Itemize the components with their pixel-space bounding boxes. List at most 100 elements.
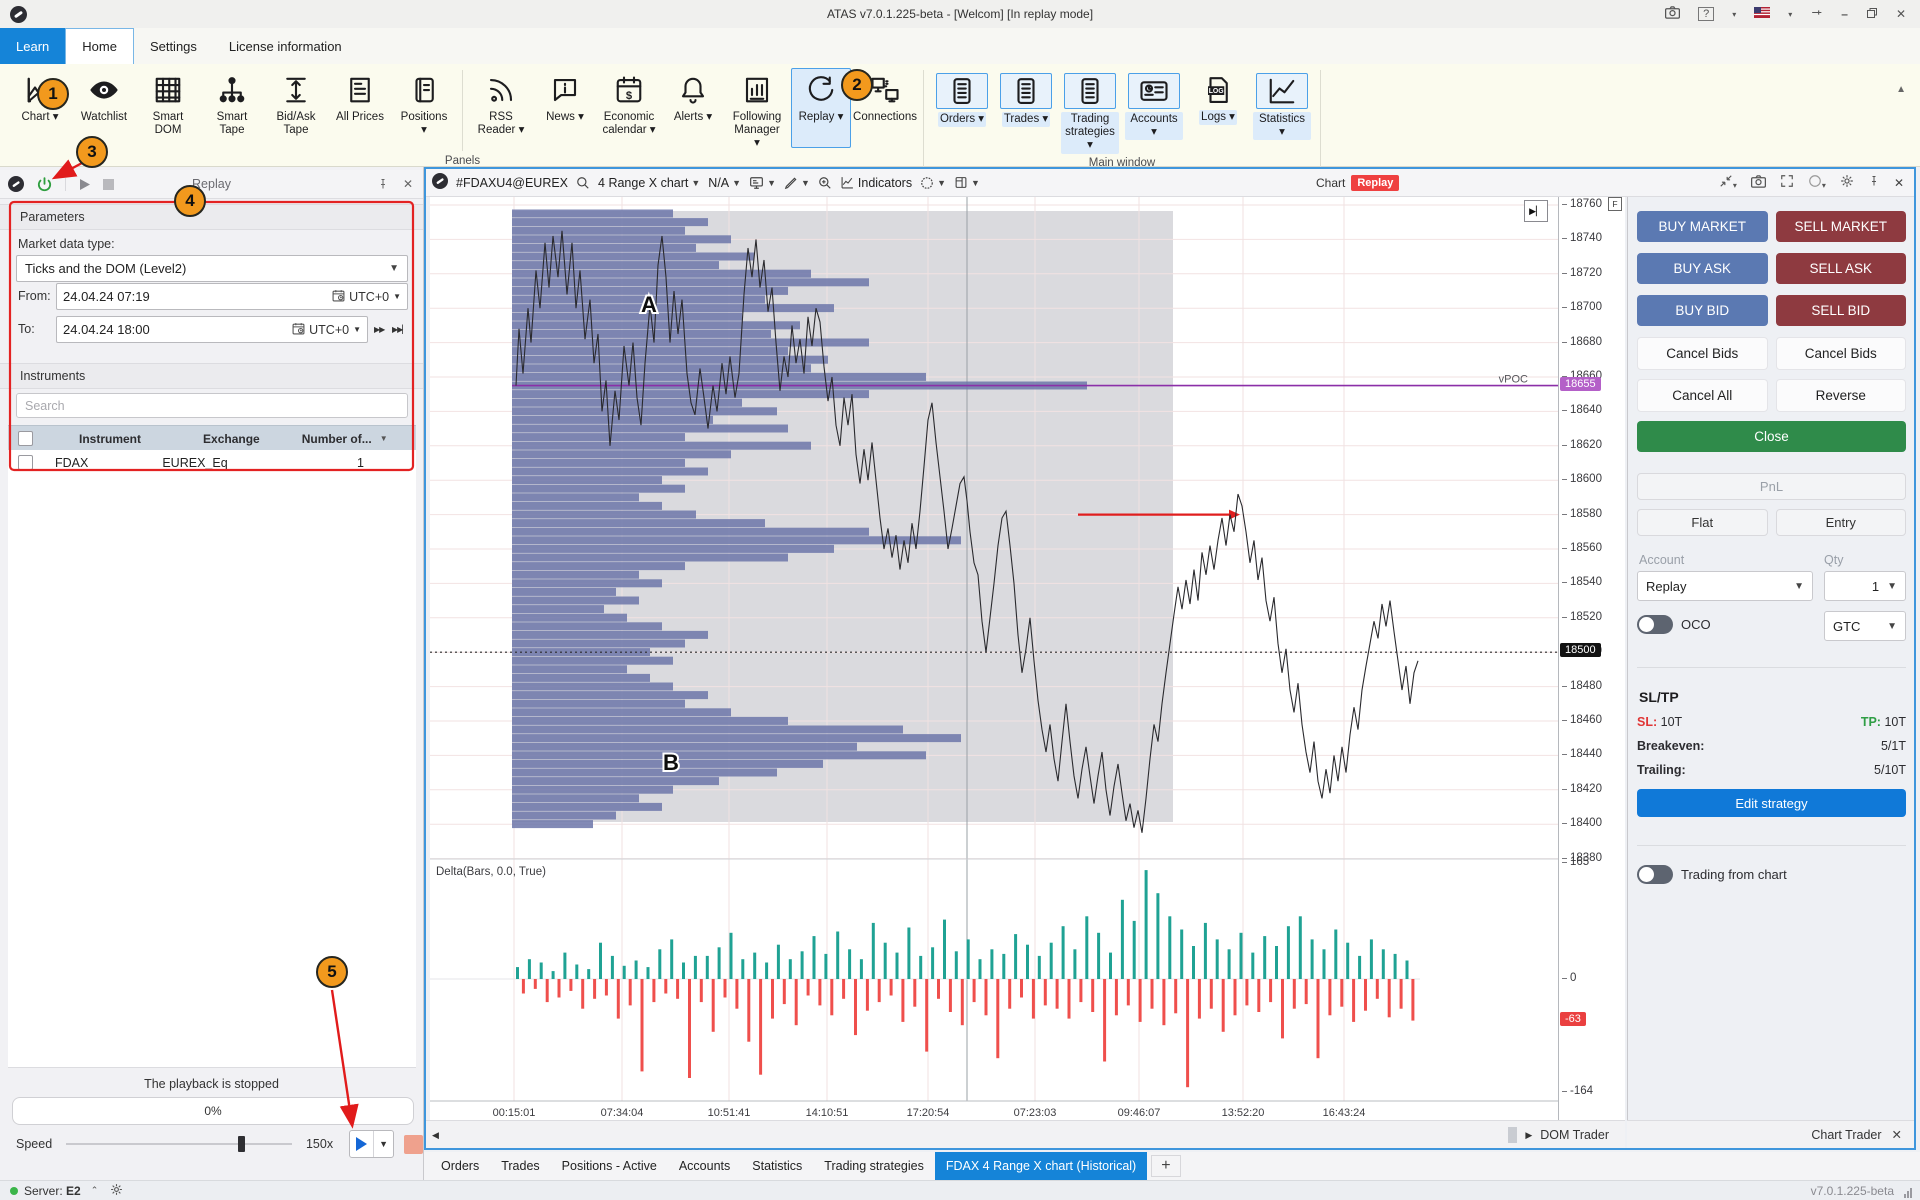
play-options-caret-icon[interactable]: ▼ — [373, 1131, 393, 1157]
sell-ask-button[interactable]: SELL ASK — [1776, 253, 1907, 284]
clock-icon[interactable]: ▼ — [920, 176, 946, 190]
close-icon[interactable]: ✕ — [403, 177, 413, 191]
fullscreen-icon[interactable] — [1780, 174, 1794, 191]
buy-ask-button[interactable]: BUY ASK — [1637, 253, 1768, 284]
close-window-icon[interactable]: ✕ — [1896, 7, 1906, 21]
col-instrument[interactable]: Instrument — [79, 432, 141, 446]
minimize-icon[interactable]: – — [1841, 7, 1848, 21]
reverse-button[interactable]: Reverse — [1776, 379, 1907, 412]
language-caret-icon[interactable]: ▾ — [1788, 10, 1792, 19]
ribbon-button-news[interactable]: News ▾ — [535, 68, 595, 148]
account-select[interactable]: Replay▼ — [1637, 571, 1813, 601]
col-exchange[interactable]: Exchange — [203, 432, 260, 446]
row-checkbox[interactable] — [18, 455, 33, 470]
qty-select[interactable]: 1▼ — [1824, 571, 1906, 601]
zoom-in-icon[interactable] — [818, 176, 832, 190]
ribbon-tab-home[interactable]: Home — [65, 28, 134, 64]
ribbon-tab-learn[interactable]: Learn — [0, 28, 65, 64]
aggregation-select[interactable]: N/A▼ — [708, 176, 741, 190]
speed-slider-thumb[interactable] — [238, 1136, 245, 1152]
cancel-all-button[interactable]: Cancel All — [1637, 379, 1768, 412]
calendar-icon[interactable] — [292, 322, 305, 338]
from-input[interactable]: 24.04.24 07:19 UTC+0 ▼ — [56, 283, 408, 310]
flat-button[interactable]: Flat — [1637, 509, 1768, 536]
layout-icon[interactable]: ▼ — [954, 176, 980, 189]
ribbon-button-economic-calendar[interactable]: $Economic calendar ▾ — [599, 68, 659, 148]
pin-icon[interactable] — [377, 178, 389, 190]
cancel-asks-button[interactable]: Cancel Bids — [1776, 337, 1907, 370]
display-mode-icon[interactable]: ▼ — [749, 176, 776, 190]
buy-market-button[interactable]: BUY MARKET — [1637, 211, 1768, 242]
ribbon-tab-settings[interactable]: Settings — [134, 28, 213, 64]
ribbon-button-positions[interactable]: Positions ▾ — [394, 68, 454, 148]
chart-trader-tab[interactable]: Chart Trader ✕ — [1627, 1120, 1914, 1148]
scroll-left-icon[interactable]: ◀ — [432, 1130, 439, 1141]
close-position-button[interactable]: Close — [1637, 421, 1906, 452]
language-flag-icon[interactable] — [1754, 7, 1770, 21]
pin-icon[interactable] — [1868, 175, 1880, 190]
ribbon-button-trading-strategies[interactable]: Trading strategies ▾ — [1060, 68, 1120, 155]
ribbon-button-accounts[interactable]: Accounts ▾ — [1124, 68, 1184, 148]
ribbon-button-bid/ask-tape[interactable]: Bid/Ask Tape — [266, 68, 326, 148]
select-all-checkbox[interactable] — [18, 431, 33, 446]
ribbon-button-rss-reader[interactable]: RSS Reader ▾ — [471, 68, 531, 148]
oco-toggle[interactable] — [1637, 615, 1673, 634]
instrument-table-header[interactable]: Instrument Exchange Number of... ▼ — [8, 425, 416, 452]
skip-to-end-icon[interactable]: ▶▶▏ — [392, 325, 407, 334]
add-tab-button[interactable]: + — [1151, 1155, 1180, 1177]
close-panel-icon[interactable]: ✕ — [1894, 176, 1904, 190]
cancel-bids-button[interactable]: Cancel Bids — [1637, 337, 1768, 370]
screenshot-icon[interactable] — [1665, 6, 1680, 22]
close-icon[interactable]: ✕ — [1892, 1127, 1902, 1142]
ribbon-button-trades[interactable]: Trades ▾ — [996, 68, 1056, 148]
ribbon-tab-license-information[interactable]: License information — [213, 28, 358, 64]
price-axis[interactable]: 1876018740187201870018680186601864018620… — [1558, 197, 1625, 1123]
ribbon-button-all-prices[interactable]: All Prices — [330, 68, 390, 148]
ribbon-button-statistics[interactable]: Statistics ▾ — [1252, 68, 1312, 148]
server-chevron-icon[interactable]: ⌃ — [91, 1185, 99, 1196]
ribbon-button-logs[interactable]: LOGLogs ▾ — [1188, 68, 1248, 148]
doc-tab-orders[interactable]: Orders — [430, 1152, 490, 1180]
to-timezone[interactable]: UTC+0 — [309, 323, 349, 337]
from-timezone[interactable]: UTC+0 — [349, 290, 389, 304]
scrollbar-thumb[interactable] — [1508, 1127, 1517, 1143]
doc-tab-trading-strategies[interactable]: Trading strategies — [813, 1152, 935, 1180]
dom-trader-expand-icon[interactable]: ▶ — [1525, 1130, 1532, 1141]
theme-circle-icon[interactable]: ▾ — [1808, 174, 1826, 191]
search-icon[interactable] — [576, 176, 590, 190]
doc-tab-fdax-4-range-x-chart-historical-[interactable]: FDAX 4 Range X chart (Historical) — [935, 1152, 1147, 1180]
ribbon-button-smart-dom[interactable]: Smart DOM — [138, 68, 198, 148]
sell-bid-button[interactable]: SELL BID — [1776, 295, 1907, 326]
market-data-type-select[interactable]: Ticks and the DOM (Level2)▼ — [16, 255, 408, 282]
calendar-icon[interactable] — [332, 289, 345, 305]
chart-scrollbar-row[interactable]: ◀ ▶ DOM Trader — [426, 1120, 1625, 1149]
ribbon-collapse-icon[interactable]: ▲ — [1896, 84, 1906, 95]
to-input[interactable]: 24.04.24 18:00 UTC+0 ▼ — [56, 316, 368, 343]
ribbon-button-following-manager[interactable]: Following Manager ▾ — [727, 68, 787, 153]
edit-strategy-button[interactable]: Edit strategy — [1637, 789, 1906, 817]
buy-bid-button[interactable]: BUY BID — [1637, 295, 1768, 326]
gear-icon[interactable] — [110, 1183, 123, 1199]
restore-panel-icon[interactable]: ▾ — [1719, 174, 1737, 191]
symbol-label[interactable]: #FDAXU4@EUREX — [456, 176, 568, 190]
trading-from-chart-toggle[interactable] — [1637, 865, 1673, 884]
speed-slider[interactable] — [66, 1143, 292, 1145]
help-caret-icon[interactable]: ▾ — [1732, 10, 1736, 19]
server-name[interactable]: E2 — [66, 1184, 81, 1198]
ribbon-button-orders[interactable]: Orders ▾ — [932, 68, 992, 148]
ribbon-button-alerts[interactable]: Alerts ▾ — [663, 68, 723, 148]
instrument-row[interactable]: FDAX EUREX_Eq 1 — [8, 450, 416, 476]
progress-bar[interactable]: 0% — [12, 1097, 414, 1125]
search-input[interactable] — [16, 393, 408, 418]
tif-select[interactable]: GTC▼ — [1824, 611, 1906, 641]
playback-stop-button[interactable] — [404, 1135, 423, 1154]
dom-trader-label[interactable]: DOM Trader — [1540, 1128, 1609, 1142]
doc-tab-trades[interactable]: Trades — [490, 1152, 550, 1180]
doc-tab-positions-active[interactable]: Positions - Active — [551, 1152, 668, 1180]
restore-icon[interactable] — [1866, 7, 1878, 22]
playback-play-button[interactable]: ▼ — [349, 1130, 394, 1158]
gear-icon[interactable] — [1840, 174, 1854, 191]
indicators-button[interactable]: Indicators — [840, 176, 912, 190]
drawing-tools-icon[interactable]: ▼ — [784, 176, 810, 190]
camera-icon[interactable] — [1751, 175, 1766, 191]
